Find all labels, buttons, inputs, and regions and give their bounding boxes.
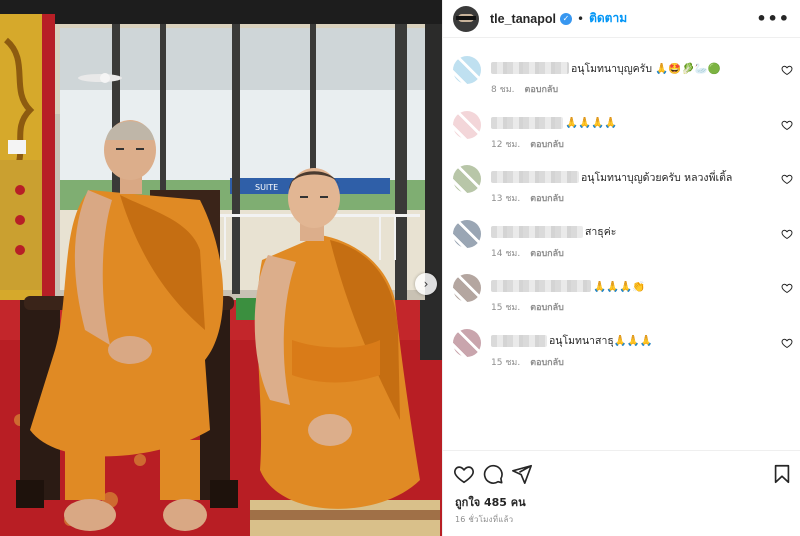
comment-text: 🙏🙏🙏👏	[593, 280, 646, 293]
author-username[interactable]: tle_tanapol	[490, 12, 556, 26]
background-sign-text: SUITE	[255, 183, 278, 192]
commenter-avatar[interactable]	[453, 165, 481, 193]
comment-item: 🙏🙏🙏🙏 12 ชม. ตอบกลับ	[453, 110, 793, 161]
commenter-avatar[interactable]	[453, 219, 481, 248]
commenter-username-blurred[interactable]	[491, 334, 547, 347]
reply-button[interactable]: ตอบกลับ	[530, 300, 564, 314]
post-actions: ถูกใจ 485 คน 16 ชั่วโมงที่แล้ว	[443, 450, 800, 536]
commenter-avatar[interactable]	[453, 56, 481, 84]
comment-time: 15 ชม.	[491, 303, 521, 313]
comment-text: สาธุค่ะ	[585, 226, 617, 238]
commenter-avatar[interactable]	[453, 328, 481, 357]
monks-photo-illustration: SUITE	[0, 0, 442, 536]
comment-item: สาธุค่ะ 14 ชม. ตอบกลับ	[453, 219, 793, 270]
follow-button[interactable]: ติดตาม	[589, 9, 627, 28]
heart-icon[interactable]	[453, 463, 475, 485]
next-photo-button[interactable]: ›	[415, 273, 437, 295]
comment-text: 🙏🙏🙏🙏	[565, 117, 618, 129]
verified-badge-icon: ✓	[560, 12, 572, 25]
comments-list[interactable]: อนุโมทนาบุญครับ 🙏🤩🥬🦢🟢 8 ชม. ตอบกลับ 🙏🙏🙏🙏 12 …	[443, 38, 800, 450]
comment-time: 12 ชม.	[491, 139, 521, 150]
likes-count[interactable]: ถูกใจ 485 คน	[455, 493, 526, 511]
comment-like-heart-icon[interactable]	[781, 173, 793, 185]
commenter-username-blurred[interactable]	[491, 116, 563, 129]
comment-text: อนุโมทนาสาธุ🙏🙏🙏	[549, 335, 653, 347]
commenter-username-blurred[interactable]	[491, 225, 583, 238]
comment-like-heart-icon[interactable]	[781, 337, 793, 349]
comment-item: 🙏🙏🙏👏 15 ชม. ตอบกลับ	[453, 274, 793, 324]
comment-item: อนุโมทนาสาธุ🙏🙏🙏 15 ชม. ตอบกลับ	[453, 328, 793, 379]
comment-time: 8 ชม.	[491, 85, 515, 95]
reply-button[interactable]: ตอบกลับ	[530, 191, 564, 205]
comment-time: 14 ชม.	[491, 248, 521, 259]
comment-like-heart-icon[interactable]	[781, 228, 793, 240]
post-side-panel: tle_tanapol ✓ • ติดตาม ••• อนุโมทนาบุญคร…	[442, 0, 800, 536]
reply-button[interactable]: ตอบกลับ	[530, 137, 564, 151]
comment-text: อนุโมทนาบุญด้วยครับ หลวงพี่เติ้ล	[581, 171, 733, 184]
comment-item: อนุโมทนาบุญด้วยครับ หลวงพี่เติ้ล 13 ชม. ตอ…	[453, 165, 793, 215]
comment-text: อนุโมทนาบุญครับ 🙏🤩🥬🦢🟢	[571, 62, 721, 75]
commenter-username-blurred[interactable]	[491, 280, 591, 292]
separator-dot: •	[577, 11, 585, 26]
comment-icon[interactable]	[482, 463, 504, 485]
post-photo[interactable]: SUITE ›	[0, 0, 442, 536]
comment-item: อนุโมทนาบุญครับ 🙏🤩🥬🦢🟢 8 ชม. ตอบกลับ	[453, 56, 793, 106]
share-icon[interactable]	[511, 463, 533, 485]
commenter-username-blurred[interactable]	[491, 62, 569, 74]
comment-like-heart-icon[interactable]	[781, 119, 793, 131]
comment-like-heart-icon[interactable]	[781, 64, 793, 76]
comment-time: 15 ชม.	[491, 357, 521, 368]
post-time: 16 ชั่วโมงที่แล้ว	[455, 515, 514, 524]
bookmark-icon[interactable]	[771, 463, 793, 485]
commenter-avatar[interactable]	[453, 274, 481, 302]
post-header: tle_tanapol ✓ • ติดตาม •••	[443, 0, 800, 38]
commenter-username-blurred[interactable]	[491, 171, 579, 183]
comment-time: 13 ชม.	[491, 194, 521, 204]
reply-button[interactable]: ตอบกลับ	[530, 246, 564, 260]
reply-button[interactable]: ตอบกลับ	[525, 82, 559, 96]
comment-like-heart-icon[interactable]	[781, 282, 793, 294]
author-avatar[interactable]	[453, 5, 479, 32]
chevron-right-icon: ›	[423, 277, 429, 291]
commenter-avatar[interactable]	[453, 110, 481, 139]
reply-button[interactable]: ตอบกลับ	[530, 355, 564, 369]
more-horizontal-icon[interactable]: •••	[756, 10, 790, 27]
